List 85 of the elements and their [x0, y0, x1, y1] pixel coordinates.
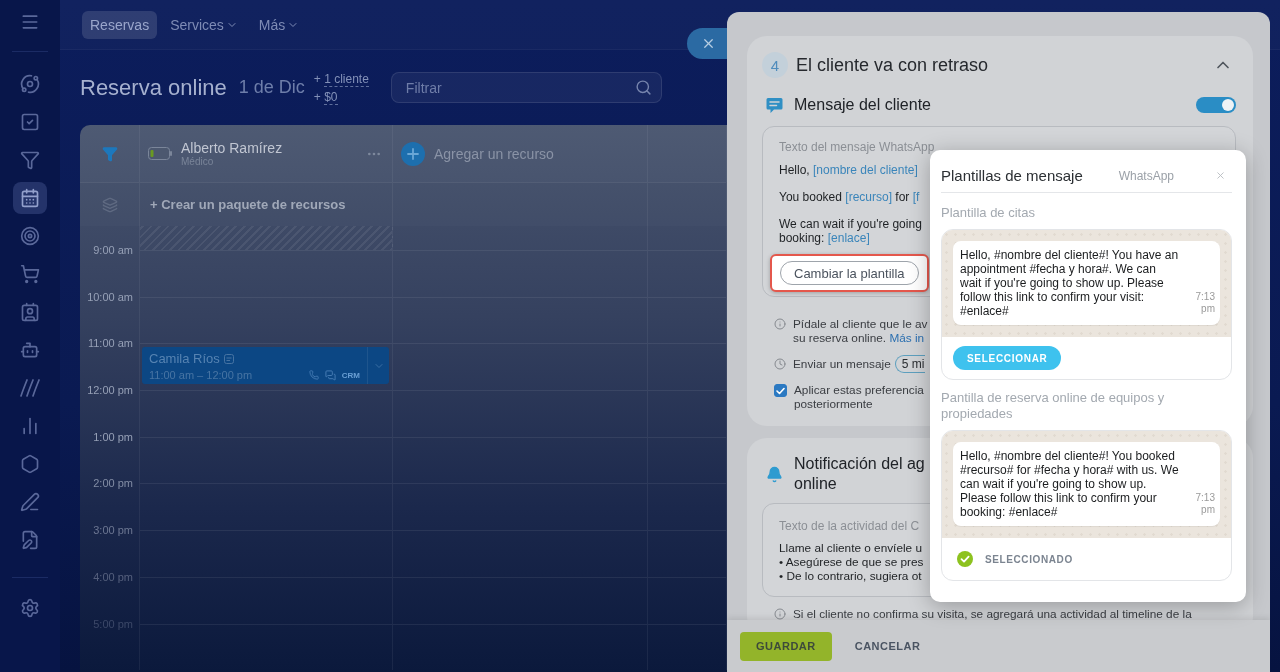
- sidebar-item[interactable]: [13, 182, 47, 214]
- time-label: 12:00 pm: [87, 383, 133, 398]
- time-label: 3:00 pm: [93, 523, 133, 538]
- layers-icon: [101, 196, 118, 213]
- funnel-icon: [20, 150, 40, 170]
- filter-icon[interactable]: [101, 145, 118, 162]
- time-label: 9:00 am: [93, 243, 133, 257]
- search-icon[interactable]: [634, 79, 652, 96]
- section-title: Mensaje del cliente: [794, 96, 931, 114]
- note-icon: [223, 353, 234, 364]
- message-icon: [766, 96, 783, 114]
- cart-icon: [20, 264, 40, 284]
- add-resource-button[interactable]: Agregar un recurso: [401, 141, 554, 166]
- page-title: Reserva online: [80, 74, 227, 101]
- crm-label: CRM: [341, 370, 360, 380]
- bar-chart-icon: [20, 416, 40, 436]
- message-text: We can wait if you're going booking: [enlace]: [779, 217, 922, 245]
- cancel-button[interactable]: CANCELAR: [842, 631, 933, 661]
- file-pen-icon: [20, 530, 40, 550]
- save-button[interactable]: GUARDAR: [740, 631, 832, 661]
- hint-text: Pídale al cliente que le av su reserva online. Más in: [793, 317, 928, 345]
- dialog-title: Plantillas de mensaje: [941, 167, 1083, 184]
- delay-label: Enviar un mensaje: [793, 357, 891, 371]
- nav-tab[interactable]: Reservas: [82, 10, 158, 39]
- bubble-text: Hello, #nombre del cliente#! You booked #recurso# for #fecha y hora# with us. We can wait if you're going to show up. Please follow this link to confirm your booking: #enlace#: [960, 449, 1180, 519]
- template-card[interactable]: Hello, #nombre del cliente#! You booked #recurso# for #fecha y hora# with us. We can wait if you're going to show up. Please follow this link to confirm your booking: #enlace# 7:13 pm SELECCIONADO: [941, 430, 1232, 581]
- step-number: 4: [762, 52, 788, 78]
- template-card[interactable]: Hello, #nombre del cliente#! You have an appointment #fecha y hora#. We can wait if you're going to show up. Please follow this link to confirm your visit: #enlace# 7:13 pm SELECCIONAR: [941, 229, 1232, 380]
- info-icon: [774, 608, 786, 620]
- time-label: 10:00 am: [87, 289, 133, 304]
- section-title: Notificación del ag online: [794, 454, 925, 494]
- message-text: You booked [recurso] for [f: [779, 190, 920, 204]
- template-title: Plantilla de citas: [941, 205, 1036, 221]
- step-title: El cliente va con retraso: [796, 54, 989, 76]
- activity-text: Llame al cliente o envíele u • Asegúrese de que se pres • De lo contrario, sugiera ot: [779, 541, 924, 583]
- channel-label: WhatsApp: [1118, 168, 1174, 183]
- settings-icon: [20, 598, 40, 618]
- contact-card-icon: [20, 302, 40, 322]
- stat-link[interactable]: + 1 cliente: [313, 71, 369, 86]
- chat-icon: [324, 369, 336, 381]
- time-label: 2:00 pm: [93, 476, 133, 491]
- selected-label: SELECCIONADO: [985, 553, 1073, 565]
- toggle-switch[interactable]: [1196, 97, 1236, 113]
- clock-icon: [774, 358, 786, 370]
- bubble-text: Hello, #nombre del cliente#! You have an appointment #fecha y hora#. We can wait if you're going to show up. Please follow this link to confirm your visit: #enlace#: [960, 248, 1180, 318]
- time-label: 11:00 am: [87, 336, 133, 351]
- hexagon-icon: [20, 454, 40, 474]
- checkbox-label: Aplicar estas preferencia posteriormente: [794, 383, 924, 411]
- time-label: 1:00 pm: [93, 429, 133, 444]
- pen-icon: [20, 492, 40, 512]
- create-package-button[interactable]: + Crear un paquete de recursos: [150, 197, 346, 212]
- robot-icon: [20, 340, 40, 360]
- booking-time: 11:00 am – 12:00 pm: [149, 369, 253, 382]
- add-icon: [401, 141, 425, 166]
- nav-tab[interactable]: Más: [250, 10, 308, 39]
- menu-icon: [20, 12, 40, 32]
- nav-tab[interactable]: Services: [162, 10, 246, 39]
- more-info-link[interactable]: Más in: [889, 331, 925, 345]
- hint-text: Si el cliente no confirma su visita, se agregará una actividad al timeline de la: [793, 607, 1192, 620]
- orbit-icon: [20, 74, 40, 94]
- time-label: 4:00 pm: [93, 569, 133, 584]
- target-icon: [20, 226, 40, 246]
- booking-name: Camila Ríos: [149, 351, 220, 367]
- battery-icon: [148, 147, 172, 160]
- time-slot[interactable]: Camila Ríos 11:00 am – 12:00 pm CRM: [140, 343, 393, 391]
- calendar-icon: [20, 188, 40, 208]
- stat-link[interactable]: + $0: [313, 89, 369, 104]
- date-label: 1 de Dic: [238, 77, 305, 98]
- close-icon[interactable]: [1215, 170, 1226, 181]
- message-time: 7:13 pm: [1194, 492, 1215, 516]
- info-icon: [774, 318, 786, 330]
- booking-card[interactable]: Camila Ríos 11:00 am – 12:00 pm CRM: [142, 347, 389, 385]
- template-title: Pantilla de reserva online de equipos y propiedades: [941, 390, 1166, 422]
- message-text: Hello, [nombre del cliente]: [779, 163, 918, 177]
- close-icon: [701, 36, 716, 51]
- resource-name: Alberto Ramírez: [181, 139, 283, 156]
- bell-icon: [766, 465, 783, 483]
- message-label: Texto del mensaje WhatsApp: [779, 140, 935, 154]
- activity-label: Texto de la actividad del C: [779, 519, 920, 533]
- check-square-icon: [20, 112, 40, 132]
- phone-icon: [308, 370, 319, 381]
- change-template-button[interactable]: Cambiar la plantilla: [780, 261, 919, 285]
- checkbox[interactable]: [774, 384, 787, 397]
- message-time: 7:13 pm: [1194, 291, 1215, 315]
- slashes-icon: [20, 379, 40, 397]
